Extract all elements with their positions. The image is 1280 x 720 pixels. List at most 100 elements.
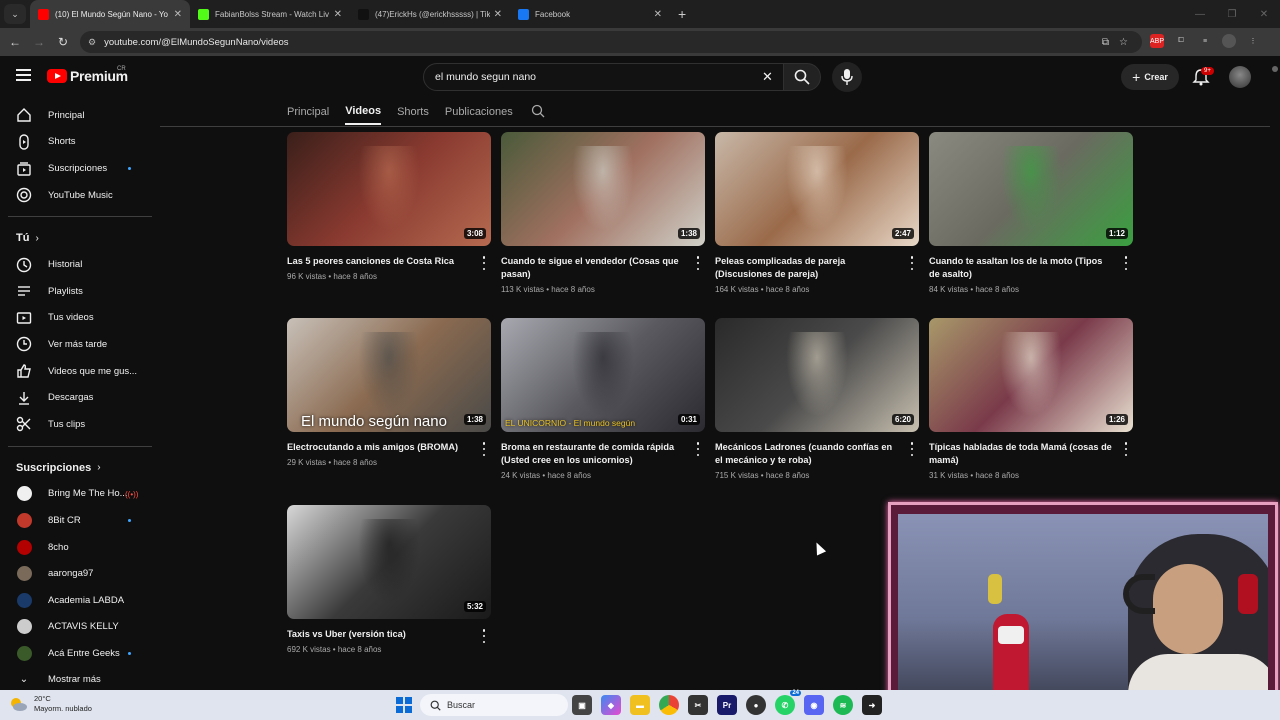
maximize-button[interactable]: ❐ <box>1216 9 1248 20</box>
video-thumbnail[interactable]: EL UNICORNIO - El mundo según 0:31 <box>501 318 705 432</box>
forward-button[interactable]: → <box>27 35 51 49</box>
start-windows-icon[interactable] <box>396 697 412 713</box>
video-thumbnail[interactable]: 1:12 <box>929 132 1133 246</box>
account-avatar[interactable] <box>1229 66 1251 88</box>
chrome-icon[interactable] <box>659 695 679 715</box>
task-view-icon[interactable]: ▣ <box>572 695 592 715</box>
sidebar-item-youtube-music[interactable]: YouTube Music <box>0 182 160 209</box>
more-actions-icon[interactable] <box>694 442 702 456</box>
browser-tab[interactable]: FabianBolss Stream - Watch Liv ✕ <box>190 0 350 28</box>
copilot-icon[interactable]: ◆ <box>601 695 621 715</box>
menu-hamburger-icon[interactable] <box>16 69 31 81</box>
whatsapp-icon[interactable]: ✆ 24 <box>775 690 801 715</box>
channel-search-icon[interactable] <box>531 104 545 118</box>
back-button[interactable]: ← <box>3 35 27 49</box>
file-explorer-icon[interactable]: ▬ <box>630 695 650 715</box>
close-tab-icon[interactable]: ✕ <box>494 9 502 20</box>
sidebar-item-principal[interactable]: Principal <box>0 102 160 129</box>
browser-tab[interactable]: Facebook ✕ <box>510 0 670 28</box>
video-card[interactable]: 1:26 Típicas habladas de toda Mamá (cosa… <box>929 318 1133 480</box>
minimize-button[interactable]: — <box>1184 9 1216 20</box>
more-actions-icon[interactable] <box>480 442 488 456</box>
video-thumbnail[interactable]: 2:47 <box>715 132 919 246</box>
close-tab-icon[interactable]: ✕ <box>654 9 662 20</box>
video-title[interactable]: Broma en restaurante de comida rápida (U… <box>501 441 687 467</box>
sidebar-item-shorts[interactable]: Shorts <box>0 129 160 156</box>
app-arrow-icon[interactable]: ➜ <box>862 695 882 715</box>
video-title[interactable]: Peleas complicadas de pareja (Discusione… <box>715 255 901 281</box>
video-title[interactable]: Típicas habladas de toda Mamá (cosas de … <box>929 441 1115 467</box>
obs-icon[interactable]: ● <box>746 695 766 715</box>
subscription-item[interactable]: aaronga97 <box>0 560 160 587</box>
close-window-button[interactable]: ✕ <box>1248 9 1280 20</box>
sidebar-item-suscripciones[interactable]: Suscripciones <box>0 155 160 182</box>
more-actions-icon[interactable] <box>480 629 488 643</box>
more-actions-icon[interactable] <box>694 256 702 270</box>
close-tab-icon[interactable]: ✕ <box>334 9 342 20</box>
video-thumbnail[interactable]: El mundo según nano 1:38 <box>287 318 491 432</box>
search-button[interactable] <box>783 63 821 91</box>
capcut-icon[interactable]: ✂ <box>688 695 708 715</box>
video-thumbnail[interactable]: 6:20 <box>715 318 919 432</box>
extensions-puzzle-icon[interactable]: ⧠ <box>1174 34 1188 48</box>
sidebar-item-tus-videos[interactable]: Tus videos <box>0 305 160 332</box>
adblock-extension-icon[interactable]: ABP <box>1150 34 1164 48</box>
video-thumbnail[interactable]: 3:08 <box>287 132 491 246</box>
video-thumbnail[interactable]: 1:26 <box>929 318 1133 432</box>
browser-menu-icon[interactable]: ⋮ <box>1246 34 1260 48</box>
video-title[interactable]: Mecánicos Ladrones (cuando confías en el… <box>715 441 901 467</box>
install-app-icon[interactable]: ⧉ <box>1102 37 1109 48</box>
new-tab-button[interactable]: + <box>678 6 686 22</box>
subscription-item[interactable]: Bring Me The Ho... ((•)) <box>0 481 160 508</box>
create-button[interactable]: + Crear <box>1121 64 1179 90</box>
taskbar-search[interactable]: Buscar <box>420 694 568 716</box>
subscriptions-heading[interactable]: Suscripciones › <box>0 455 160 481</box>
tab-videos[interactable]: Videos <box>345 99 382 125</box>
subscription-item[interactable]: Academia LABDA <box>0 587 160 614</box>
tab-shorts[interactable]: Shorts <box>397 99 429 125</box>
more-actions-icon[interactable] <box>1122 442 1130 456</box>
close-tab-icon[interactable]: ✕ <box>174 9 182 20</box>
reload-button[interactable]: ↻ <box>51 35 75 49</box>
video-title[interactable]: Cuando te sigue el vendedor (Cosas que p… <box>501 255 687 281</box>
video-card[interactable]: 1:38 Cuando te sigue el vendedor (Cosas … <box>501 132 705 294</box>
video-card[interactable]: 6:20 Mecánicos Ladrones (cuando confías … <box>715 318 919 480</box>
you-section-heading[interactable]: Tú › <box>0 225 160 251</box>
sidebar-item-videos-que-me-gus[interactable]: Videos que me gus... <box>0 358 160 385</box>
video-card[interactable]: 5:32 Taxis vs Uber (versión tica) 692 K … <box>287 505 491 654</box>
show-more-button[interactable]: ⌄ Mostrar más <box>0 667 160 690</box>
video-title[interactable]: Electrocutando a mis amigos (BROMA) <box>287 441 473 454</box>
weather-widget[interactable]: 20°C Mayorm. nublado <box>8 694 92 714</box>
subscription-item[interactable]: Acá Entre Geeks <box>0 640 160 667</box>
url-field[interactable]: ⚙ youtube.com/@ElMundoSegunNano/videos ⧉… <box>80 31 1142 53</box>
video-title[interactable]: Cuando te asaltan los de la moto (Tipos … <box>929 255 1115 281</box>
more-actions-icon[interactable] <box>908 256 916 270</box>
search-input[interactable]: el mundo segun nano <box>423 63 785 91</box>
site-info-icon[interactable]: ⚙ <box>88 37 96 48</box>
media-control-icon[interactable]: ≡ <box>1198 34 1212 48</box>
profile-avatar-icon[interactable] <box>1222 34 1236 48</box>
video-title[interactable]: Taxis vs Uber (versión tica) <box>287 628 473 641</box>
video-card[interactable]: 2:47 Peleas complicadas de pareja (Discu… <box>715 132 919 294</box>
video-card[interactable]: EL UNICORNIO - El mundo según 0:31 Broma… <box>501 318 705 480</box>
discord-icon[interactable]: ◉ <box>804 695 824 715</box>
clear-search-icon[interactable]: ✕ <box>762 69 773 85</box>
sidebar-item-historial[interactable]: Historial <box>0 251 160 278</box>
subscription-item[interactable]: 8cho <box>0 534 160 561</box>
youtube-premium-logo[interactable]: Premium CR <box>47 66 128 84</box>
more-actions-icon[interactable] <box>480 256 488 270</box>
browser-tab[interactable]: (10) El Mundo Según Nano - Yo ✕ <box>30 0 190 28</box>
sidebar-item-ver-m-s-tarde[interactable]: Ver más tarde <box>0 331 160 358</box>
video-thumbnail[interactable]: 1:38 <box>501 132 705 246</box>
sidebar-item-descargas[interactable]: Descargas <box>0 384 160 411</box>
tab-list-button[interactable]: ⌄ <box>4 4 26 24</box>
more-actions-icon[interactable] <box>1122 256 1130 270</box>
tab-publicaciones[interactable]: Publicaciones <box>445 99 513 125</box>
video-thumbnail[interactable]: 5:32 <box>287 505 491 619</box>
subscription-item[interactable]: 8Bit CR <box>0 507 160 534</box>
more-actions-icon[interactable] <box>908 442 916 456</box>
voice-search-button[interactable] <box>832 62 862 92</box>
subscription-item[interactable]: ACTAVIS KELLY <box>0 614 160 641</box>
scrollbar-thumb[interactable] <box>1272 66 1278 72</box>
bookmark-star-icon[interactable]: ☆ <box>1119 37 1128 48</box>
